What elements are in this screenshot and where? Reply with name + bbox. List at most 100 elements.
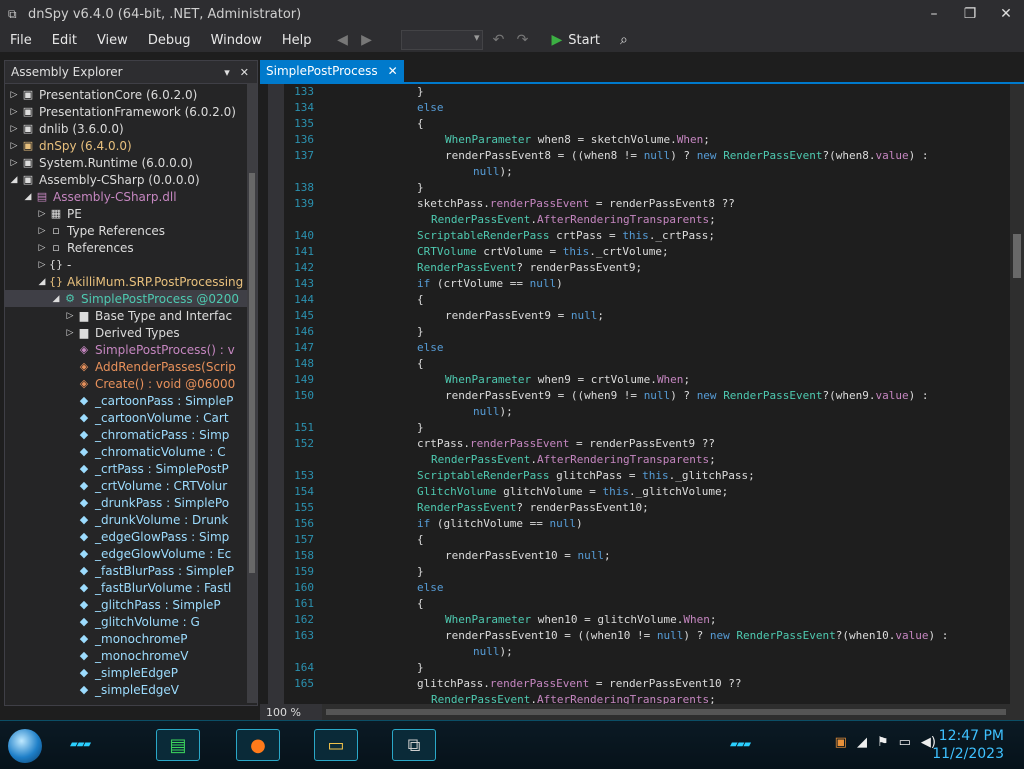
tree-node-label: System.Runtime (6.0.0.0) <box>39 155 193 170</box>
maximize-button[interactable]: ❐ <box>952 0 988 28</box>
expander-icon[interactable]: ▷ <box>37 243 47 253</box>
redo-icon[interactable]: ↷ <box>513 32 531 48</box>
tree-node[interactable]: ◆ _chromaticPass : Simp <box>5 426 257 443</box>
tree-node[interactable]: ▷ ▫ References <box>5 239 257 256</box>
tree-node[interactable]: ◆ _crtPass : SimplePostP <box>5 460 257 477</box>
expander-icon[interactable]: ▷ <box>9 158 19 168</box>
expander-icon[interactable]: ▷ <box>65 311 75 321</box>
tree-node[interactable]: ▷ ▆ Derived Types <box>5 324 257 341</box>
expander-icon[interactable]: ◢ <box>23 192 33 202</box>
tree-node[interactable]: ◆ _fastBlurVolume : Fastl <box>5 579 257 596</box>
tree-node[interactable]: ◈ Create() : void @06000 <box>5 375 257 392</box>
line-number: 144 <box>294 293 314 306</box>
code-line: 152 crtPass.renderPassEvent = renderPassE… <box>260 436 715 452</box>
tree-node[interactable]: ◆ _crtVolume : CRTVolur <box>5 477 257 494</box>
editor-hscroll-thumb[interactable] <box>326 709 1006 715</box>
tree-node[interactable]: ▷ ▣ PresentationFramework (6.0.2.0) <box>5 103 257 120</box>
line-number: 137 <box>294 149 314 162</box>
expander-icon[interactable]: ◢ <box>51 294 61 304</box>
editor-scroll-thumb[interactable] <box>1013 234 1021 278</box>
tree-node[interactable]: ◢{} AkilliMum.SRP.PostProcessing <box>5 273 257 290</box>
close-tab-icon[interactable]: ✕ <box>388 64 398 78</box>
tree-node[interactable]: ◆ _monochromeP <box>5 630 257 647</box>
explorer-scroll-thumb[interactable] <box>249 173 255 573</box>
expander-icon[interactable]: ▷ <box>37 260 47 270</box>
tree-node[interactable]: ◆ _simpleEdgeP <box>5 664 257 681</box>
tab-simplepostprocess[interactable]: SimplePostProcess ✕ <box>260 60 404 82</box>
explorer-scrollbar[interactable] <box>247 83 257 703</box>
flag-icon[interactable]: ⚑ <box>877 735 889 750</box>
tree-node[interactable]: ◢ ▤ Assembly-CSharp.dll <box>5 188 257 205</box>
notes-app-icon[interactable]: ▤ <box>156 729 200 761</box>
wifi-icon[interactable]: ◢ <box>857 735 867 750</box>
code-text: WhenParameter when9 = crtVolume.When; <box>445 373 691 386</box>
undo-icon[interactable]: ↶ <box>489 32 507 48</box>
tree-node[interactable]: ◆ _edgeGlowVolume : Ec <box>5 545 257 562</box>
firefox-icon[interactable]: ● <box>236 729 280 761</box>
editor-vertical-scrollbar[interactable] <box>1010 84 1024 704</box>
menu-file[interactable]: File <box>0 33 42 48</box>
tree-node[interactable]: ◆ _glitchPass : SimpleP <box>5 596 257 613</box>
menu-debug[interactable]: Debug <box>138 33 201 48</box>
tree-node[interactable]: ◈ SimplePostProcess() : v <box>5 341 257 358</box>
tree-node[interactable]: ▷ ▦ PE <box>5 205 257 222</box>
tree-node[interactable]: ▷ ▫ Type References <box>5 222 257 239</box>
tree-node[interactable]: ◢ ⚙ SimplePostProcess @0200 <box>5 290 257 307</box>
tree-node[interactable]: ◆ _glitchVolume : G <box>5 613 257 630</box>
start-orb[interactable] <box>8 729 42 763</box>
back-icon[interactable]: ◀ <box>333 32 351 48</box>
tree-node[interactable]: ◆ _simpleEdgeV <box>5 681 257 698</box>
tree-node-label: Create() : void @06000 <box>95 376 236 391</box>
tree-node[interactable]: ▷ ▣ System.Runtime (6.0.0.0) <box>5 154 257 171</box>
tree-node[interactable]: ◆ _fastBlurPass : SimpleP <box>5 562 257 579</box>
expander-icon[interactable]: ▷ <box>9 90 19 100</box>
expander-icon[interactable]: ◢ <box>37 277 47 287</box>
tree-node[interactable]: ▷ ▆ Base Type and Interfac <box>5 307 257 324</box>
dropdown-icon[interactable]: ▾ <box>224 66 230 79</box>
editor-horizontal-scrollbar[interactable] <box>322 704 1024 720</box>
line-number: 153 <box>294 469 314 482</box>
tree-node[interactable]: ◆ _drunkPass : SimplePo <box>5 494 257 511</box>
tree-node[interactable]: ◆ _monochromeV <box>5 647 257 664</box>
forward-icon[interactable]: ▶ <box>357 32 375 48</box>
expander-icon[interactable]: ▷ <box>37 209 47 219</box>
window-title: dnSpy v6.4.0 (64-bit, .NET, Administrato… <box>28 6 302 22</box>
tree-node[interactable]: ◆ _chromaticVolume : C <box>5 443 257 460</box>
menu-help[interactable]: Help <box>272 33 322 48</box>
tree-node[interactable]: ▷ ▣ PresentationCore (6.0.2.0) <box>5 86 257 103</box>
expander-icon[interactable]: ▷ <box>9 107 19 117</box>
file-explorer-icon[interactable]: ▭ <box>314 729 358 761</box>
tree-node[interactable]: ◆ _edgeGlowPass : Simp <box>5 528 257 545</box>
code-editor[interactable]: 133} 134 else 135{136 WhenParameter when8 = … <box>260 84 1024 704</box>
clock[interactable]: 12:47 PM 11/2/2023 <box>932 727 1004 763</box>
tree-node[interactable]: ▷ ▣ dnSpy (6.4.0.0) <box>5 137 257 154</box>
minimize-button[interactable]: – <box>916 0 952 28</box>
tree-node-label: Assembly-CSharp.dll <box>53 189 177 204</box>
tree-node[interactable]: ◈ AddRenderPasses(Scrip <box>5 358 257 375</box>
expander-icon[interactable]: ◢ <box>9 175 19 185</box>
tree-node[interactable]: ◆ _cartoonPass : SimpleP <box>5 392 257 409</box>
menu-window[interactable]: Window <box>201 33 272 48</box>
code-text: { <box>417 117 424 130</box>
start-button[interactable]: ▶ Start <box>551 32 600 48</box>
expander-icon[interactable]: ▷ <box>9 124 19 134</box>
dnspy-taskbar-icon[interactable]: ⧉ <box>392 729 436 761</box>
tree-node[interactable]: ▷ ▣ dnlib (3.6.0.0) <box>5 120 257 137</box>
target-combo[interactable] <box>401 30 484 50</box>
app-tray-icon[interactable]: ▣ <box>835 735 847 750</box>
search-icon[interactable]: ⌕ <box>620 32 628 48</box>
close-button[interactable]: ✕ <box>988 0 1024 28</box>
node-type-icon: ◈ <box>79 360 89 373</box>
tree-node[interactable]: ▷{} - <box>5 256 257 273</box>
close-pane-icon[interactable]: ✕ <box>240 66 249 79</box>
menu-edit[interactable]: Edit <box>42 33 87 48</box>
tree-node[interactable]: ◢ ▣ Assembly-CSharp (0.0.0.0) <box>5 171 257 188</box>
tree-node[interactable]: ◆ _drunkVolume : Drunk <box>5 511 257 528</box>
expander-icon[interactable]: ▷ <box>9 141 19 151</box>
menu-view[interactable]: View <box>87 33 138 48</box>
tree-node[interactable]: ◆ _cartoonVolume : Cart <box>5 409 257 426</box>
zoom-level[interactable]: 100 % <box>260 704 328 720</box>
network-icon[interactable]: ▭ <box>899 735 911 750</box>
expander-icon[interactable]: ▷ <box>65 328 75 338</box>
expander-icon[interactable]: ▷ <box>37 226 47 236</box>
